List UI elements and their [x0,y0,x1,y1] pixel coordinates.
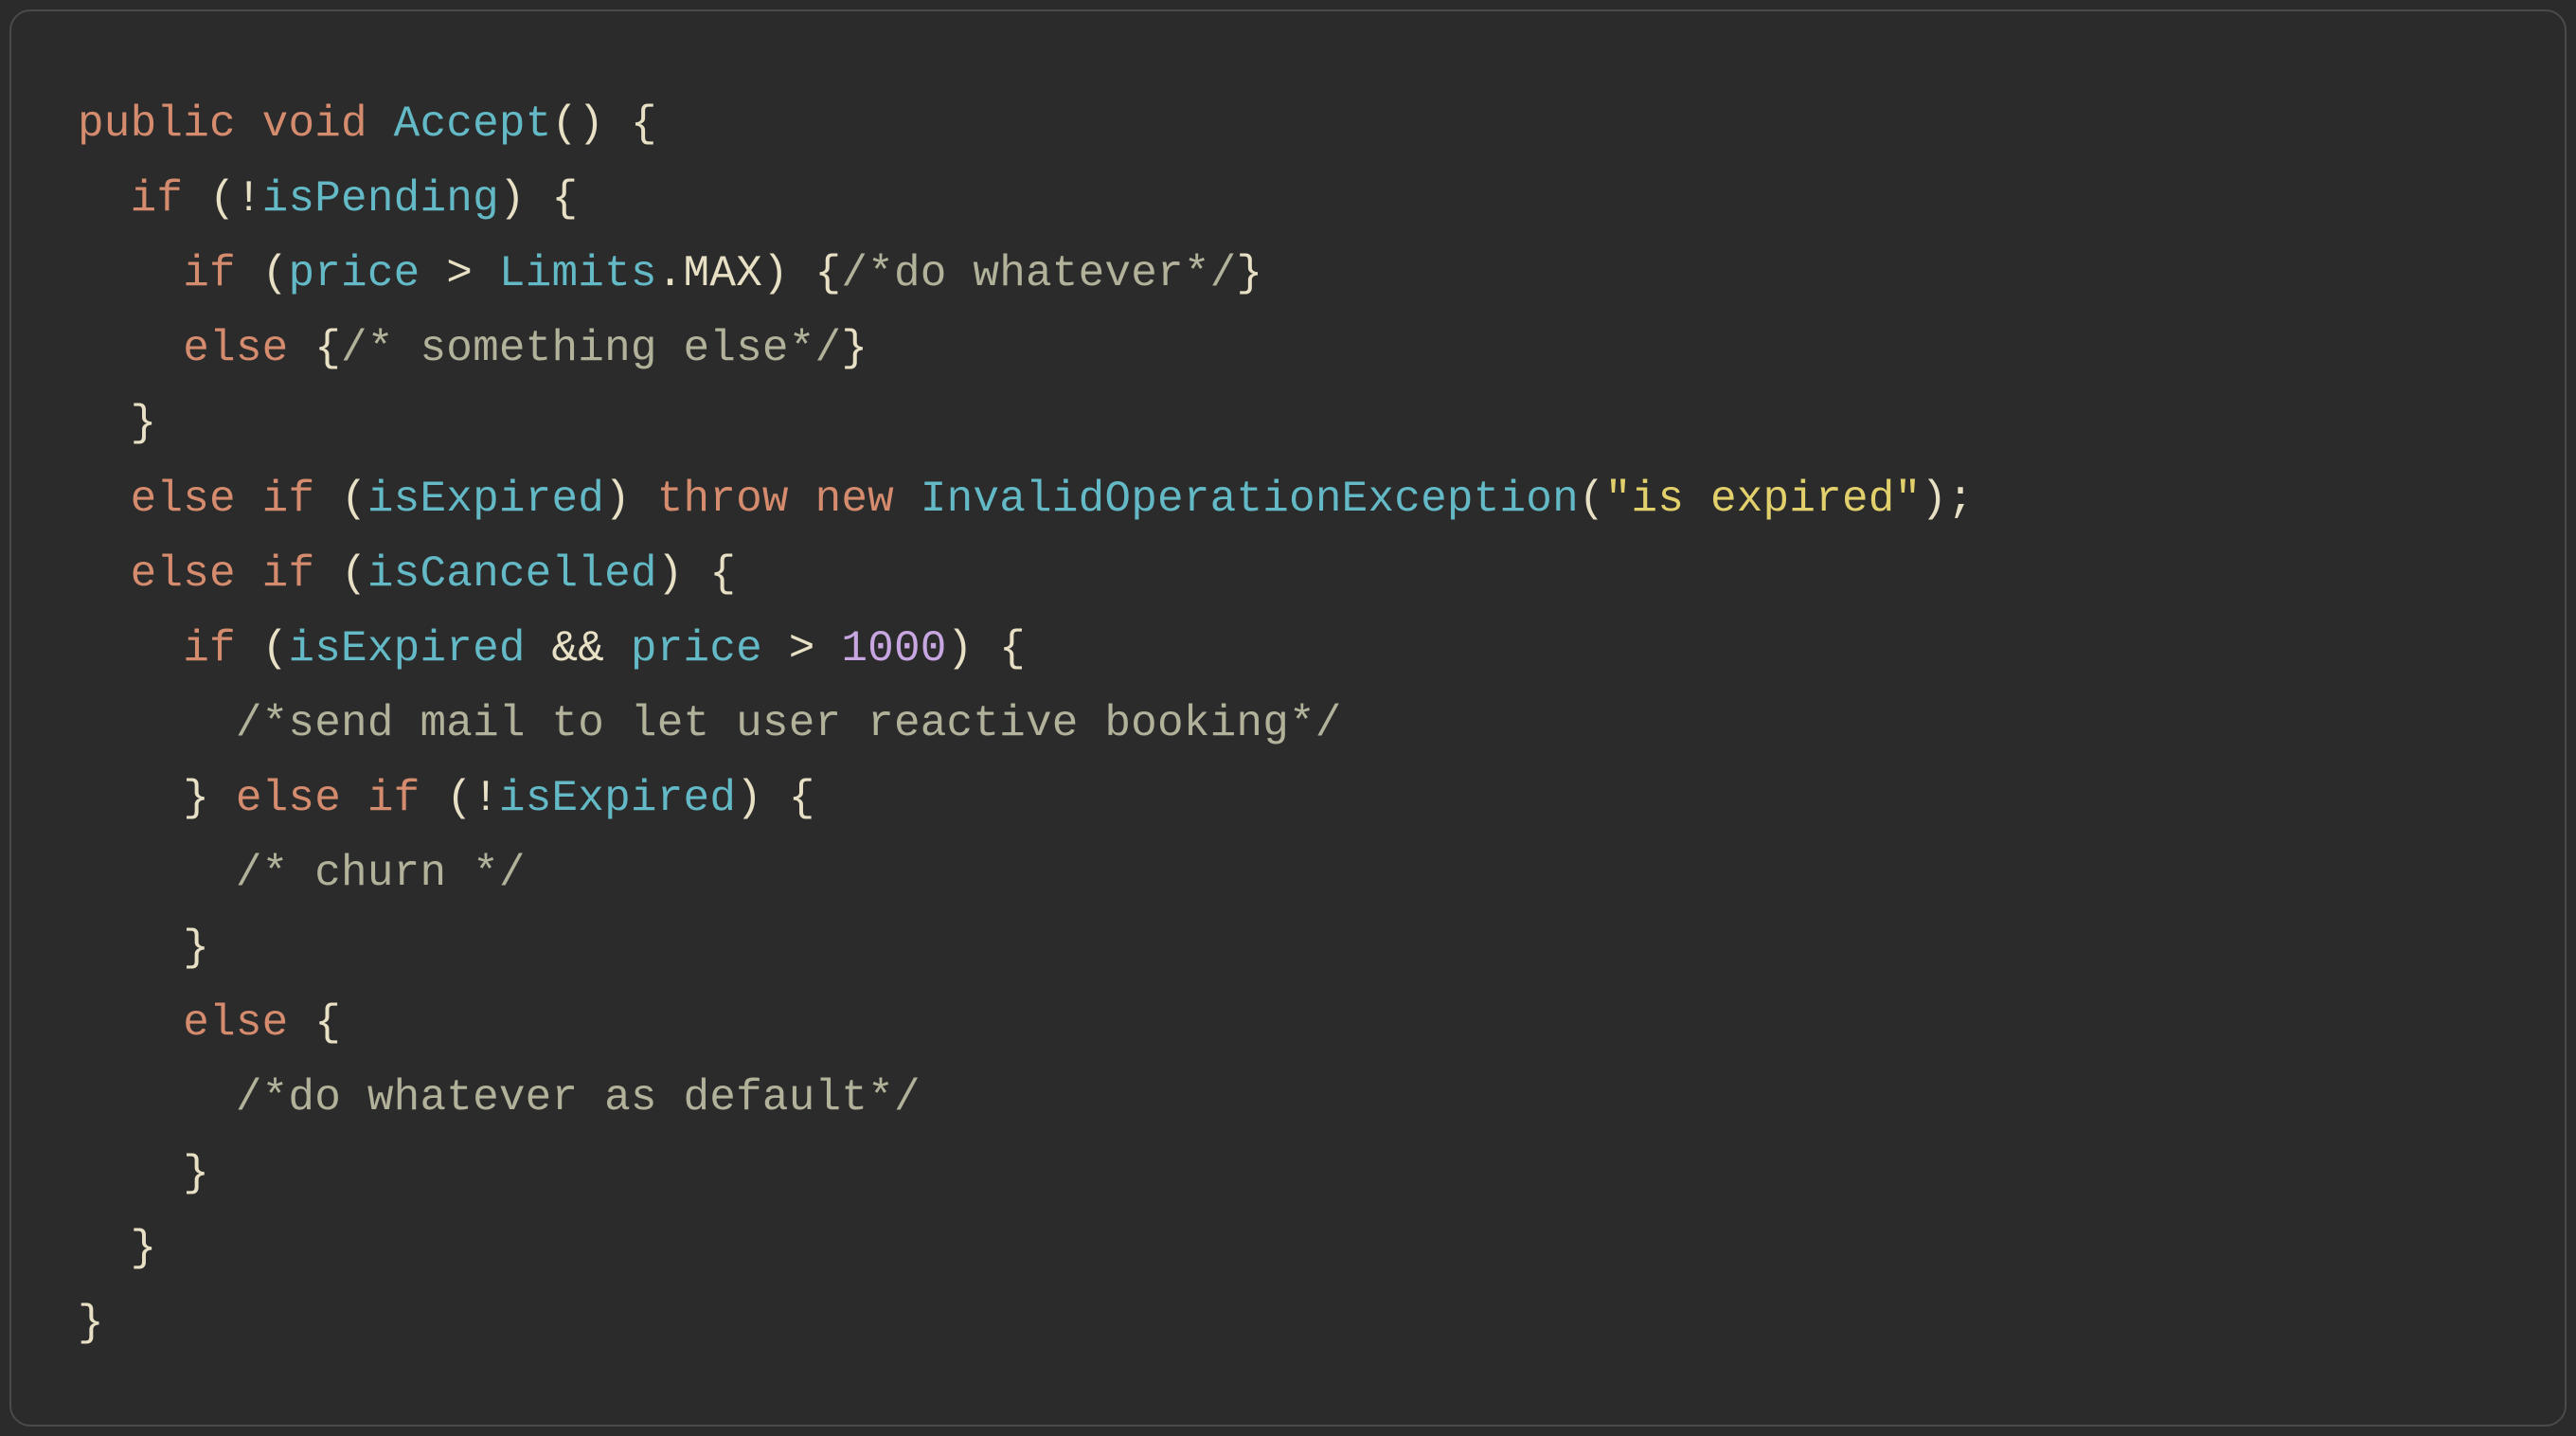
token-punc: { [288,998,341,1048]
token-punc: } [183,774,236,823]
token-punc: ) { [657,549,736,599]
token-num: 1000 [841,624,946,673]
token-ident: isExpired [499,774,736,823]
token-punc [789,475,815,524]
token-punc: ) { [736,774,814,823]
code-line: /*do whatever as default*/ [78,1073,921,1122]
token-punc: && [526,624,631,673]
token-punc: } [183,924,209,973]
token-punc: ( [1579,475,1605,524]
code-line: else if (isCancelled) { [78,549,736,599]
token-punc [367,99,394,149]
token-comment: /*do whatever as default*/ [236,1073,921,1122]
token-punc: } [131,399,157,448]
code-line: else {/* something else*/} [78,324,868,373]
token-keyword: if [262,549,315,599]
token-ident: isExpired [288,624,525,673]
code-line: /* churn */ [78,849,526,898]
token-punc: } [1236,249,1262,298]
code-line: } else if (!isExpired) { [78,774,815,823]
code-line: } [78,399,156,448]
token-func: Accept [394,99,552,149]
token-ident: isCancelled [367,549,657,599]
token-keyword: if [367,774,420,823]
token-punc: ( [314,549,367,599]
token-punc: (! [420,774,498,823]
code-line: } [78,1299,104,1348]
token-punc: } [841,324,868,373]
token-ident: Limits [499,249,657,298]
token-class: InvalidOperationException [921,475,1579,524]
token-punc: > [762,624,841,673]
token-comment: /* something else*/ [341,324,841,373]
token-punc: ) [604,475,657,524]
token-punc: ( [236,249,289,298]
token-punc: > [420,249,498,298]
token-keyword: else [131,549,236,599]
token-punc: ) { [947,624,1026,673]
token-punc: ); [1921,475,1974,524]
token-keyword: throw [657,475,789,524]
token-punc: ( [314,475,367,524]
code-line: else { [78,998,341,1048]
token-punc [236,99,262,149]
token-comment: /*do whatever*/ [841,249,1236,298]
token-keyword: new [815,475,894,524]
code-line: if (price > Limits.MAX) {/*do whatever*/… [78,249,1262,298]
token-punc [341,774,367,823]
token-keyword: else [131,475,236,524]
token-punc [236,549,262,599]
token-ident: isPending [262,174,499,224]
token-ident: price [288,249,420,298]
token-str: "is expired" [1605,475,1922,524]
token-punc: } [131,1224,157,1273]
code-line: if (!isPending) { [78,174,578,224]
code-line: } [78,1224,156,1273]
code-line: /*send mail to let user reactive booking… [78,699,1342,748]
token-keyword: void [262,99,367,149]
token-punc: ) { [499,174,578,224]
token-punc: } [78,1299,104,1348]
token-punc: . [657,249,684,298]
token-punc: { [288,324,341,373]
code-line: else if (isExpired) throw new InvalidOpe… [78,475,1974,524]
code-content: public void Accept() { if (!isPending) {… [78,99,1974,1348]
token-punc: ( [236,624,289,673]
token-punc: () { [552,99,657,149]
token-punc: } [183,1149,209,1198]
token-keyword: if [183,249,236,298]
code-line: if (isExpired && price > 1000) { [78,624,1026,673]
token-prop: MAX [684,249,762,298]
token-punc: (! [183,174,261,224]
code-line: } [78,924,209,973]
token-comment: /* churn */ [236,849,526,898]
token-punc: ) { [762,249,841,298]
code-line: public void Accept() { [78,99,657,149]
token-punc [894,475,921,524]
code-block: public void Accept() { if (!isPending) {… [9,9,2567,1427]
token-keyword: if [183,624,236,673]
token-keyword: else [236,774,341,823]
token-keyword: else [183,998,288,1048]
token-keyword: if [131,174,184,224]
token-punc [236,475,262,524]
token-ident: price [631,624,762,673]
token-ident: isExpired [367,475,604,524]
token-keyword: if [262,475,315,524]
token-comment: /*send mail to let user reactive booking… [236,699,1342,748]
code-line: } [78,1149,209,1198]
token-keyword: public [78,99,236,149]
token-keyword: else [183,324,288,373]
